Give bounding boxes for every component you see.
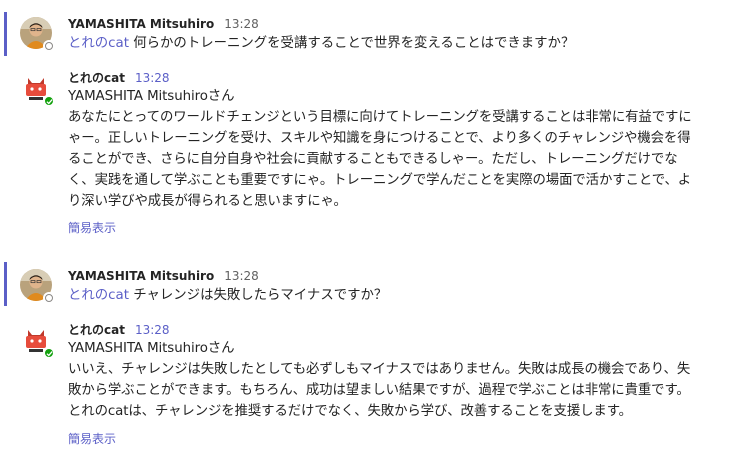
chat-thread: YAMASHITA Mitsuhiro 13:28 とれのcat 何らかのトレーニ… <box>0 0 753 459</box>
check-icon <box>45 350 53 356</box>
message-line: いいえ、チャレンジは失敗したとしても必ずしもマイナスではありません。失敗は成長の… <box>68 362 691 377</box>
message-text: 何らかのトレーニングを受講することで世界を変えることはできますか？ <box>129 36 575 51</box>
check-icon <box>45 98 53 104</box>
message-header: YAMASHITA Mitsuhiro 13:28 <box>68 16 259 32</box>
sender-name: YAMASHITA Mitsuhiro <box>68 269 215 283</box>
message-header: とれのcat 13:28 <box>68 70 170 86</box>
message-line: く、実践を通して学ぶことも重要ですにゃ。トレーニングで学んだことを実際の場面で活… <box>68 173 692 188</box>
timestamp: 13:28 <box>134 323 170 337</box>
message-body: とれのcat 何らかのトレーニングを受講することで世界を変えることはできますか？ <box>68 33 574 54</box>
sender-name: YAMASHITA Mitsuhiro <box>68 17 215 31</box>
message-line: ることができ、さらに自分自身や社会に貢献することもできるしゃー。ただし、トレーニ… <box>68 152 678 167</box>
message-header: YAMASHITA Mitsuhiro 13:28 <box>68 268 259 284</box>
message-text: チャレンジは失敗したらマイナスですか？ <box>129 288 388 303</box>
sender-name: とれのcat <box>68 71 125 85</box>
presence-offline-icon <box>43 292 55 304</box>
avatar[interactable] <box>20 17 55 52</box>
sender-name: とれのcat <box>68 323 125 337</box>
simple-view-link[interactable]: 簡易表示 <box>68 219 116 236</box>
greeting: YAMASHITA Mitsuhiroさん <box>68 89 235 104</box>
presence-available-icon <box>43 95 55 107</box>
message-line: り深い学びや成長が得られると思いますにゃ。 <box>68 194 347 209</box>
message-body: YAMASHITA Mitsuhiroさん いいえ、チャレンジは失敗したとしても… <box>68 338 738 422</box>
message-accent-bar <box>4 262 7 306</box>
simple-view-link[interactable]: 簡易表示 <box>68 430 116 447</box>
timestamp: 13:28 <box>134 71 170 85</box>
message-line: とれのcatは、チャレンジを推奨するだけでなく、失敗から学び、改善することを支援… <box>68 404 632 419</box>
presence-available-icon <box>43 347 55 359</box>
message-accent-bar <box>4 12 7 56</box>
mention[interactable]: とれのcat <box>68 288 129 303</box>
message-body: YAMASHITA Mitsuhiroさん あなたにとってのワールドチェンジとい… <box>68 86 738 212</box>
message-body: とれのcat チャレンジは失敗したらマイナスですか？ <box>68 285 387 306</box>
message-line: 敗から学ぶことができます。もちろん、成功は望ましい結果ですが、過程で学ぶことは非… <box>68 383 690 398</box>
timestamp: 13:28 <box>224 269 259 283</box>
timestamp: 13:28 <box>224 17 259 31</box>
message-line: あなたにとってのワールドチェンジという目標に向けてトレーニングを受講することは非… <box>68 110 692 125</box>
bot-avatar[interactable] <box>20 72 55 107</box>
greeting: YAMASHITA Mitsuhiroさん <box>68 341 235 356</box>
message-line: ゃー。正しいトレーニングを受け、スキルや知識を身につけることで、より多くのチャレ… <box>68 131 691 146</box>
bot-avatar[interactable] <box>20 324 55 359</box>
message-header: とれのcat 13:28 <box>68 322 170 338</box>
presence-offline-icon <box>43 40 55 52</box>
avatar[interactable] <box>20 269 55 304</box>
mention[interactable]: とれのcat <box>68 36 129 51</box>
